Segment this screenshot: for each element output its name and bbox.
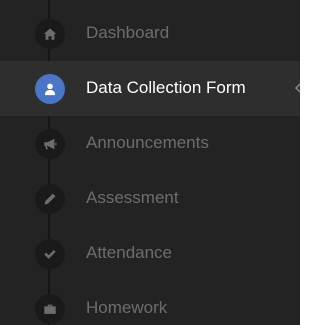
sidebar-item-attendance[interactable]: Attendance: [0, 226, 300, 281]
sidebar-item-label: Data Collection Form: [86, 78, 246, 97]
sidebar-item-assessment[interactable]: Assessment: [0, 171, 300, 226]
user-icon: [35, 74, 65, 104]
sidebar-nav: Dashboard Data Collection Form Announcem…: [0, 0, 300, 325]
pencil-icon: [35, 184, 65, 214]
sidebar-item-data-collection-form[interactable]: Data Collection Form: [0, 61, 300, 116]
sidebar-item-label: Dashboard: [86, 23, 170, 42]
sidebar-item-label: Assessment: [86, 188, 179, 207]
briefcase-icon: [35, 294, 65, 324]
megaphone-icon: [35, 129, 65, 159]
home-icon: [35, 19, 65, 49]
sidebar-item-announcements[interactable]: Announcements: [0, 116, 300, 171]
chevron-left-icon[interactable]: [294, 80, 300, 96]
sidebar-item-label: Attendance: [86, 243, 173, 262]
sidebar-item-dashboard[interactable]: Dashboard: [0, 6, 300, 61]
sidebar-item-label: Homework: [86, 298, 168, 317]
sidebar-item-label: Announcements: [86, 133, 209, 152]
sidebar-item-homework[interactable]: Homework: [0, 281, 300, 325]
check-icon: [35, 239, 65, 269]
